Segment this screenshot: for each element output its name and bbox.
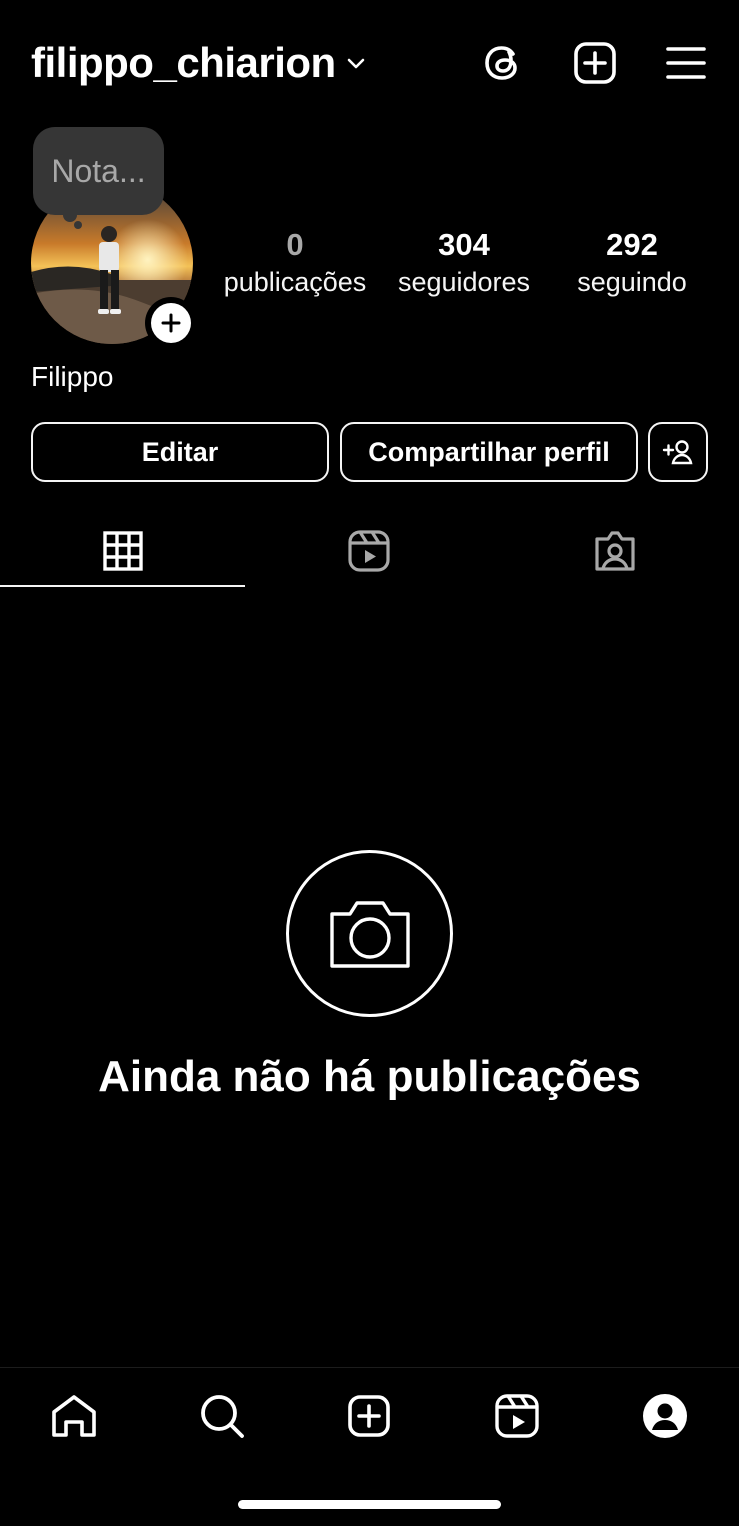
nav-create[interactable] [339,1386,399,1446]
menu-icon[interactable] [661,38,711,88]
nav-home[interactable] [44,1386,104,1446]
share-profile-button[interactable]: Compartilhar perfil [340,422,638,482]
stat-following-count: 292 [606,227,658,262]
active-tab-indicator [0,585,245,587]
nav-search[interactable] [192,1386,252,1446]
stat-following-label: seguindo [577,267,687,297]
account-switcher[interactable]: filippo_chiarion [31,38,368,88]
stat-following[interactable]: 292 seguindo [547,226,717,300]
note-bubble[interactable]: Nota... [33,127,164,215]
create-post-icon [348,1395,390,1437]
add-story-button[interactable] [145,297,197,349]
profile-icon [643,1394,687,1438]
search-icon [201,1395,244,1438]
stat-followers-count: 304 [438,227,490,262]
note-placeholder: Nota... [51,152,146,189]
tab-tagged[interactable] [492,515,738,587]
camera-icon [329,900,410,968]
camera-circle [286,850,453,1017]
tagged-icon [595,531,635,571]
home-icon [52,1395,96,1437]
note-bubble-tail [74,221,82,229]
nav-reels[interactable] [487,1386,547,1446]
username: filippo_chiarion [31,39,336,86]
stat-posts-label: publicações [223,267,367,297]
discover-people-button[interactable] [648,422,708,482]
empty-posts-title: Ainda não há publicações [98,1052,641,1101]
plus-icon [161,313,181,333]
create-icon[interactable] [570,38,620,88]
threads-icon[interactable] [478,38,528,88]
add-person-icon [662,440,693,465]
stat-posts: 0 publicações [210,226,380,300]
stat-posts-count: 0 [286,227,304,262]
tab-grid[interactable] [0,515,246,587]
chevron-down-icon [347,58,364,69]
edit-profile-button[interactable]: Editar [31,422,329,482]
nav-profile[interactable] [635,1386,695,1446]
grid-icon [103,531,143,571]
display-name: Filippo [31,361,114,392]
home-indicator [238,1500,501,1509]
stat-followers-label: seguidores [397,267,531,297]
nav-divider [0,1367,739,1368]
reels-icon [348,530,390,572]
stat-followers[interactable]: 304 seguidores [379,226,549,300]
reels-icon [495,1394,539,1438]
tab-reels[interactable] [246,515,492,587]
